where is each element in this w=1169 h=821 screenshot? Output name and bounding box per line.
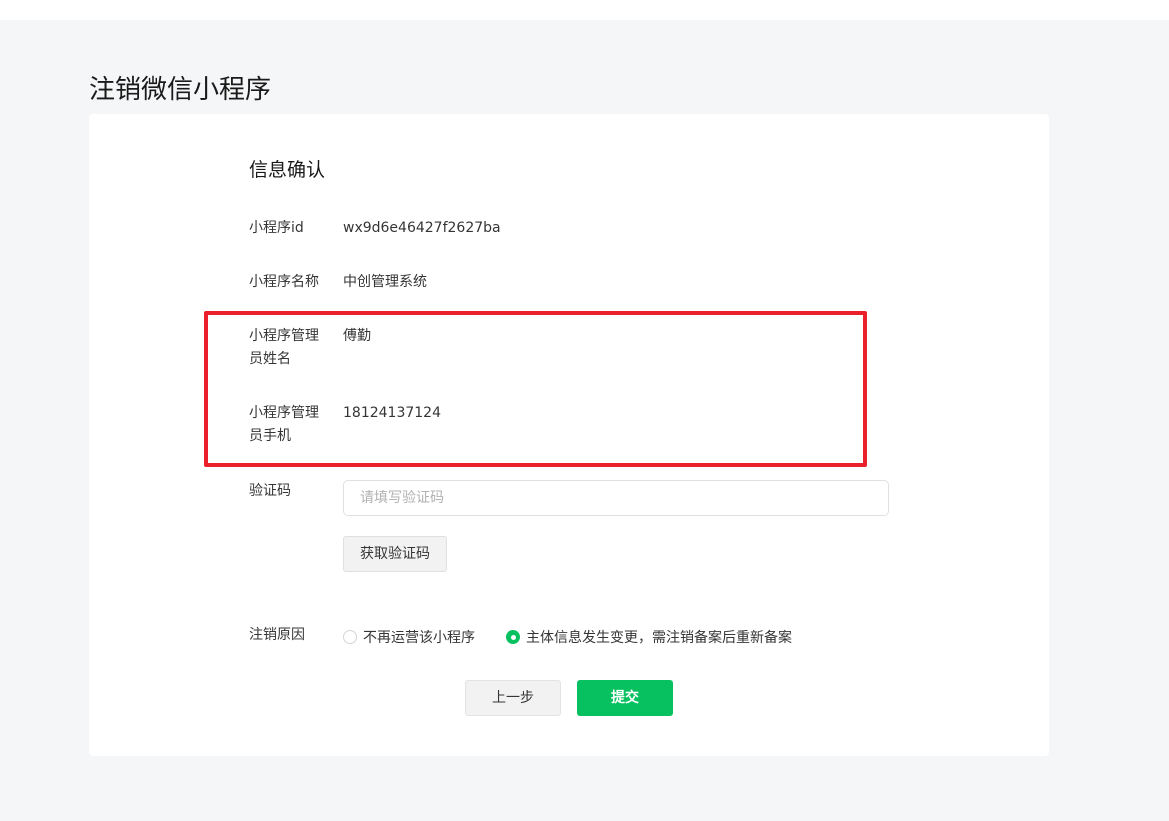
app-name-label: 小程序名称 bbox=[249, 274, 319, 290]
get-code-button[interactable]: 获取验证码 bbox=[343, 536, 447, 572]
reason-option-label: 不再运营该小程序 bbox=[363, 630, 475, 646]
app-name-value: 中创管理系统 bbox=[343, 274, 427, 290]
reason-option-entity-change[interactable]: 主体信息发生变更，需注销备案后重新备案 bbox=[506, 626, 792, 648]
verification-code-label: 验证码 bbox=[249, 483, 291, 499]
reason-option-label: 主体信息发生变更，需注销备案后重新备案 bbox=[526, 630, 792, 646]
annotation-highlight-box bbox=[204, 311, 867, 467]
cancel-reason-label: 注销原因 bbox=[249, 627, 305, 643]
reason-option-stop-operating[interactable]: 不再运营该小程序 bbox=[343, 626, 475, 648]
submit-button[interactable]: 提交 bbox=[577, 680, 673, 716]
section-title: 信息确认 bbox=[249, 159, 326, 181]
page-title: 注销微信小程序 bbox=[89, 75, 272, 106]
top-header-strip bbox=[0, 0, 1169, 20]
appid-label: 小程序id bbox=[249, 220, 304, 236]
radio-checked-icon[interactable] bbox=[506, 630, 520, 644]
radio-unchecked-icon[interactable] bbox=[343, 630, 357, 644]
previous-step-button[interactable]: 上一步 bbox=[465, 680, 561, 716]
verification-code-input[interactable] bbox=[343, 480, 889, 516]
appid-value: wx9d6e46427f2627ba bbox=[343, 220, 501, 236]
